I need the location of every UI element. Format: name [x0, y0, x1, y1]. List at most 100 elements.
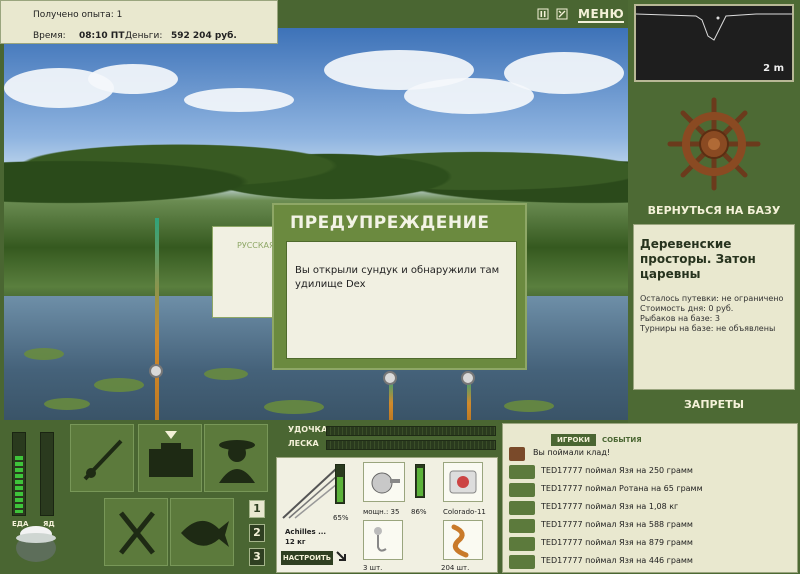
lily-pad: [264, 400, 324, 414]
cloud: [88, 64, 178, 94]
tackle-box-slot[interactable]: [138, 424, 202, 492]
pause-icon[interactable]: [537, 8, 549, 20]
cloud: [184, 88, 294, 112]
hook-icon: [374, 527, 387, 552]
rod-slot-3[interactable]: 3: [249, 548, 265, 566]
food-gauge: [12, 432, 26, 516]
rod-tension-track: [326, 426, 496, 436]
reel-power: мощн.: 35: [363, 508, 400, 516]
tackle-slots: 65% Achilles ... 12 кг НАСТРОИТЬ мощн.: …: [276, 457, 498, 573]
event-item: Вы поймали клад!: [509, 446, 795, 462]
rod-tension-label: УДОЧКА: [288, 425, 328, 434]
setup-button[interactable]: НАСТРОИТЬ: [281, 551, 333, 565]
fish-icon: [509, 465, 535, 479]
fish-icon: [509, 537, 535, 551]
knife-fork-icon: [119, 511, 155, 555]
rod-name: Achilles ...: [285, 528, 327, 536]
modal-title: ПРЕДУПРЕЖДЕНИЕ: [290, 213, 490, 233]
fish-icon: [509, 483, 535, 497]
line-name: Colorado-11: [443, 508, 486, 516]
rod-slot-2[interactable]: 2: [249, 524, 265, 542]
lily-pad: [504, 400, 554, 412]
event-text: TED17777 поймал Язя на 446 грамм: [541, 556, 693, 565]
event-item: TED17777 поймал Язя на 250 грамм: [509, 464, 795, 480]
ship-wheel-icon[interactable]: [666, 96, 762, 192]
tab-players[interactable]: ИГРОКИ: [551, 434, 596, 446]
line-tension-bar: ЛЕСКА: [276, 439, 498, 451]
food-slot[interactable]: [104, 498, 168, 566]
lily-pad: [44, 398, 90, 410]
rod-icon: [83, 439, 123, 481]
location-name: Деревенские просторы. Затон царевны: [640, 237, 756, 281]
event-text: Вы поймали клад!: [533, 448, 611, 457]
player-info-panel: Получено опыта: 1 Время: 08:10 ПТ Деньги…: [0, 0, 278, 44]
fish-icon: [181, 520, 229, 547]
reel-2[interactable]: [383, 371, 397, 385]
money-value: 592 204 руб.: [171, 31, 237, 41]
arrow-down-right-icon[interactable]: [335, 550, 347, 564]
poison-gauge: [40, 432, 54, 516]
event-text: TED17777 поймал Язя на 588 грамм: [541, 520, 693, 529]
event-text: TED17777 поймал Язя на 879 грамм: [541, 538, 693, 547]
tackle-panel: УДОЧКА ЛЕСКА 65% Achilles ... 12 кг НАСТ…: [276, 423, 498, 573]
reel-condition-fill: [417, 468, 423, 496]
chest-icon: [509, 447, 525, 461]
character-slot[interactable]: [204, 424, 268, 492]
fish-icon: [509, 501, 535, 515]
settings-icon[interactable]: [556, 8, 568, 20]
day-cost: Стоимость дня: 0 руб.: [640, 304, 734, 313]
line-tension-track: [326, 440, 496, 450]
lily-pad: [204, 368, 248, 380]
rod-condition-percent: 65%: [333, 514, 349, 522]
menu-button[interactable]: МЕНЮ: [578, 7, 625, 23]
event-item: TED17777 поймал Язя на 446 грамм: [509, 554, 795, 570]
lily-pad: [24, 348, 64, 360]
worm-bait-icon: [451, 524, 469, 558]
reel-condition-percent: 86%: [411, 508, 427, 516]
rod-item-icon[interactable]: [279, 462, 341, 522]
return-to-base-button[interactable]: ВЕРНУТЬСЯ НА БАЗУ: [634, 204, 794, 217]
rod-slot-1[interactable]: 1: [249, 500, 265, 518]
fish-catch-slot[interactable]: [170, 498, 234, 566]
fish-icon: [509, 519, 535, 533]
bait-slot[interactable]: [443, 520, 483, 560]
hook-count: 3 шт.: [363, 564, 383, 572]
modal-message: Вы открыли сундук и обнаружили там удили…: [286, 241, 517, 359]
tournaments-status: Турниры на базе: не объявлены: [640, 324, 776, 333]
experience-text: Получено опыта: 1: [33, 10, 123, 20]
warning-modal[interactable]: ПРЕДУПРЕЖДЕНИЕ Вы открыли сундук и обнар…: [272, 203, 527, 370]
time-value: 08:10 ПТ: [79, 31, 125, 41]
anglers-count: Рыбаков на базе: 3: [640, 314, 720, 323]
reel-slot[interactable]: [363, 462, 405, 502]
event-text: TED17777 поймал Ротана на 65 грамм: [541, 484, 703, 493]
reel-1[interactable]: [149, 364, 163, 378]
background-dialog-label: РУССКАЯ: [237, 241, 275, 250]
fishing-rod-1[interactable]: [155, 218, 159, 420]
fisherman-icon: [219, 440, 255, 483]
tackle-box-icon: [149, 431, 193, 477]
rod-tension-bar: УДОЧКА: [276, 425, 498, 437]
event-item: TED17777 поймал Язя на 1,08 кг: [509, 500, 795, 516]
fish-icon: [509, 555, 535, 569]
reel-condition-bar: [415, 464, 425, 498]
line-slot[interactable]: [443, 462, 483, 502]
rod-condition-fill: [337, 477, 343, 502]
lily-pad: [94, 378, 144, 392]
line-tension-label: ЛЕСКА: [288, 439, 319, 448]
tab-events[interactable]: СОБЫТИЯ: [596, 434, 648, 446]
depth-value: 2 m: [763, 63, 784, 74]
cauldron-icon[interactable]: [12, 516, 60, 566]
hook-slot[interactable]: [363, 520, 403, 560]
rod-weight: 12 кг: [285, 538, 306, 546]
reel-3[interactable]: [461, 371, 475, 385]
time-label: Время:: [33, 31, 66, 41]
reel-icon: [371, 472, 400, 494]
line-spool-icon: [449, 470, 477, 494]
money-label: Деньги:: [125, 31, 163, 41]
rods-slot[interactable]: [70, 424, 134, 492]
restrictions-button[interactable]: ЗАПРЕТЫ: [634, 398, 794, 411]
event-item: TED17777 поймал Ротана на 65 грамм: [509, 482, 795, 498]
event-text: TED17777 поймал Язя на 250 грамм: [541, 466, 693, 475]
food-level-fill: [15, 455, 23, 513]
game-window: Получено опыта: 1 Время: 08:10 ПТ Деньги…: [0, 0, 800, 574]
